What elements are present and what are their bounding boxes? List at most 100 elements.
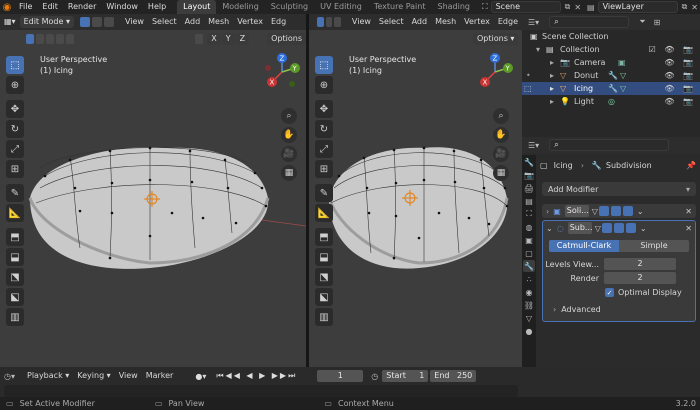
menu-view[interactable]: View <box>121 14 148 30</box>
extrude-tool-icon[interactable]: ⬓ <box>6 248 24 266</box>
mirror-icon[interactable] <box>66 34 75 44</box>
bevel-tool-icon[interactable]: ⬕ <box>315 288 333 306</box>
expand-icon[interactable]: ▾ <box>536 43 540 56</box>
menu-add[interactable]: Add <box>181 14 205 30</box>
grid-icon[interactable]: ▦ <box>281 165 297 181</box>
menu-marker[interactable]: Marker <box>142 368 178 384</box>
simple-button[interactable]: Simple <box>619 240 689 252</box>
collapse-icon[interactable]: ⌄ <box>546 224 553 233</box>
rotate-tool-icon[interactable]: ↻ <box>315 120 333 138</box>
left-3d-viewport[interactable]: ⬚ ⊕ ✥ ↻ ⤢ ⊞ ✎ 📐 ⬒ ⬓ ⬔ ⬕ ▥ User Perspecti… <box>0 48 306 367</box>
start-frame-input[interactable]: Start 1 <box>382 370 429 382</box>
axis-y-toggle[interactable]: Y <box>221 33 235 45</box>
annotate-tool-icon[interactable]: ✎ <box>315 184 333 202</box>
levels-viewport-input[interactable]: 2 <box>604 258 676 270</box>
menu-add[interactable]: Add <box>408 14 432 30</box>
expand-icon[interactable]: ▸ <box>550 69 554 82</box>
expand-icon[interactable]: ▸ <box>550 82 554 95</box>
outliner-row-icing[interactable]: ⬚ ▸ ▽ Icing 🔧 ▽ 👁 📷 <box>522 82 700 95</box>
annotate-tool-icon[interactable]: ✎ <box>6 184 24 202</box>
select-tool-icon[interactable]: ⬚ <box>315 56 333 74</box>
scene-tab-icon[interactable]: ⛶ <box>523 208 535 220</box>
visibility-icons[interactable]: 👁 📷 <box>664 56 696 69</box>
cursor-tool-icon[interactable]: ⊕ <box>6 76 24 94</box>
camera-view-icon[interactable]: 🎥 <box>493 146 509 162</box>
zoom-icon[interactable]: ⌕ <box>493 108 509 124</box>
icing-mesh-right[interactable] <box>309 48 522 367</box>
record-icon[interactable]: ●▾ <box>195 372 206 381</box>
close-icon[interactable]: ✕ <box>574 3 581 12</box>
menu-view[interactable]: View <box>115 368 142 384</box>
snap-icon[interactable] <box>46 34 55 44</box>
menu-keying[interactable]: Keying ▾ <box>73 368 114 384</box>
collection-tab-icon[interactable]: ▣ <box>523 234 535 246</box>
pivot-icon[interactable] <box>36 34 45 44</box>
proportional-icon[interactable] <box>56 34 65 44</box>
nav-gizmo-right[interactable]: Z Y X <box>475 52 515 92</box>
particles-tab-icon[interactable]: ∴ <box>523 273 535 285</box>
output-tab-icon[interactable]: 🖨 <box>523 182 535 194</box>
render-toggle-icon[interactable] <box>622 206 633 216</box>
vertex-select-icon[interactable] <box>79 17 90 27</box>
render-levels-input[interactable]: 2 <box>604 272 676 284</box>
overlay-icon[interactable] <box>195 34 204 44</box>
chevron-down-icon[interactable]: ⌄ <box>640 224 647 233</box>
timeline-editor-icon[interactable]: ◷▾ <box>4 372 15 381</box>
measure-tool-icon[interactable]: 📐 <box>6 204 24 222</box>
solidify-name-field[interactable]: Soli... <box>564 205 589 217</box>
subdivision-name-field[interactable]: Sub... <box>567 222 593 234</box>
axis-z-toggle[interactable]: Z <box>235 33 250 45</box>
menu-vertex[interactable]: Vertex <box>460 14 494 30</box>
scale-tool-icon[interactable]: ⤢ <box>315 140 333 158</box>
face-select-icon[interactable] <box>103 17 114 27</box>
transform-tool-icon[interactable]: ⊞ <box>315 160 333 178</box>
tab-modeling[interactable]: Modeling <box>216 0 264 14</box>
menu-view[interactable]: View <box>348 14 375 30</box>
orientation-icon[interactable] <box>26 34 35 44</box>
mode-select[interactable]: Edit Mode ▾ <box>19 16 74 28</box>
icing-mesh-left[interactable] <box>0 48 306 367</box>
properties-search-input[interactable]: ⌕ <box>549 139 670 151</box>
options-dropdown[interactable]: Options ▾ <box>267 33 307 55</box>
face-select-icon[interactable] <box>334 17 341 27</box>
rotate-tool-icon[interactable]: ↻ <box>6 120 24 138</box>
editmode-toggle-icon[interactable] <box>598 206 609 216</box>
menu-mesh[interactable]: Mesh <box>204 14 233 30</box>
expand-icon[interactable]: › <box>546 207 549 216</box>
right-3d-viewport[interactable]: ⬚ ⊕ ✥ ↻ ⤢ ⊞ ✎ 📐 ⬒ ⬓ ⬔ ⬕ ▥ User Perspecti… <box>309 48 522 367</box>
end-frame-input[interactable]: End 250 <box>430 370 477 382</box>
edit-cage-icon[interactable]: ▽ <box>592 207 598 216</box>
data-tab-icon[interactable]: ▽ <box>523 312 535 324</box>
render-tab-icon[interactable]: 📷 <box>523 169 535 181</box>
menu-select[interactable]: Select <box>375 14 408 30</box>
object-tab-icon[interactable]: ▢ <box>523 247 535 259</box>
zoom-icon[interactable]: ⌕ <box>281 108 297 124</box>
cursor-tool-icon[interactable]: ⊕ <box>315 76 333 94</box>
new-collection-icon[interactable]: ⊞ <box>654 18 661 27</box>
options-dropdown[interactable]: Options ▾ <box>473 33 519 45</box>
clock-icon[interactable]: ◷ <box>371 372 378 381</box>
tab-shading[interactable]: Shading <box>431 0 476 14</box>
material-tab-icon[interactable]: ● <box>523 325 535 337</box>
inset-tool-icon[interactable]: ⬔ <box>6 268 24 286</box>
move-tool-icon[interactable]: ✥ <box>315 100 333 118</box>
world-tab-icon[interactable]: ◍ <box>523 221 535 233</box>
inset-tool-icon[interactable]: ⬔ <box>315 268 333 286</box>
axis-x-toggle[interactable]: X <box>207 33 221 45</box>
outliner-search-input[interactable]: ⌕ <box>549 16 630 28</box>
expand-icon[interactable]: ▸ <box>550 56 554 69</box>
select-tool-icon[interactable]: ⬚ <box>6 56 24 74</box>
tab-layout[interactable]: Layout <box>177 0 217 14</box>
render-toggle-icon[interactable] <box>625 223 636 233</box>
menu-vertex[interactable]: Vertex <box>233 14 267 30</box>
edge-select-icon[interactable] <box>91 17 102 27</box>
outliner-row-collection[interactable]: ▾ ▤ Collection ☑ 👁 📷 <box>522 43 700 56</box>
outliner-editor-icon[interactable]: ☰▾ <box>528 18 539 27</box>
playback-controls[interactable]: ⏮◀◀ ◀ ▶ ▶▶⏭ <box>216 371 297 381</box>
editor-type-icon[interactable]: ▦▾ <box>0 14 20 30</box>
properties-editor-icon[interactable]: ☰▾ <box>528 141 539 150</box>
timeline-scrubber[interactable] <box>4 385 518 397</box>
modifier-tab-icon[interactable]: 🔧 <box>523 260 535 272</box>
outliner-row-light[interactable]: ▸ 💡 Light ◎ 👁 📷 <box>522 95 700 108</box>
menu-select[interactable]: Select <box>148 14 181 30</box>
